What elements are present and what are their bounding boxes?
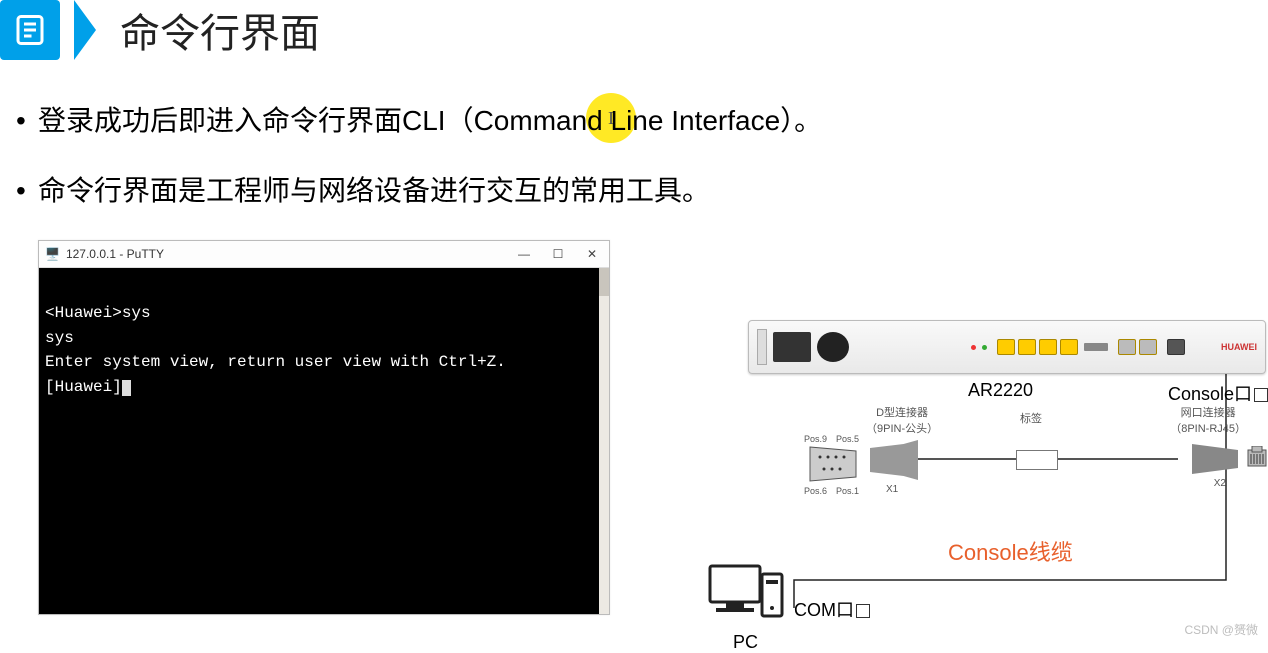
- scrollbar-thumb[interactable]: [599, 268, 609, 296]
- console-cable-label: Console线缆: [948, 535, 1073, 567]
- router-device: HUAWEI: [748, 320, 1266, 374]
- putty-titlebar[interactable]: 🖥️ 127.0.0.1 - PuTTY — ☐ ✕: [39, 241, 609, 268]
- topology-diagram: HUAWEI AR2220 Console口 D型连接器 （9PIN-公头） 标…: [638, 240, 1258, 640]
- chevron-right-icon: [74, 0, 96, 60]
- document-icon: [0, 0, 60, 60]
- db9-caption: D型连接器 （9PIN-公头）: [866, 404, 938, 436]
- pc-label: PC: [733, 632, 758, 653]
- term-line3: Enter system view, return user view with…: [45, 353, 506, 371]
- console-port-label: Console口: [1168, 380, 1268, 406]
- close-button[interactable]: ✕: [575, 241, 609, 267]
- pos6: Pos.6: [804, 486, 827, 496]
- db9-connector-icon: [808, 445, 858, 483]
- putty-body[interactable]: <Huawei>sys sys Enter system view, retur…: [39, 268, 609, 614]
- term-line1: <Huawei>sys: [45, 304, 151, 322]
- terminal-cursor: [122, 380, 131, 396]
- router-brand: HUAWEI: [1221, 342, 1257, 352]
- term-line2: sys: [45, 329, 74, 347]
- bullet-2-text: 命令行界面是工程师与网络设备进行交互的常用工具。: [38, 175, 710, 206]
- router-model-label: AR2220: [968, 380, 1033, 401]
- connector-x1: [870, 440, 918, 480]
- rj45-caption: 网口连接器 （8PIN-RJ45）: [1170, 404, 1246, 436]
- x1-label: X1: [886, 484, 898, 495]
- putty-terminal: 🖥️ 127.0.0.1 - PuTTY — ☐ ✕ <Huawei>sys s…: [38, 240, 638, 640]
- pos1: Pos.1: [836, 486, 859, 496]
- putty-title: 127.0.0.1 - PuTTY: [66, 247, 164, 261]
- minimize-button[interactable]: —: [507, 241, 541, 267]
- term-line4: [Huawei]: [45, 378, 122, 396]
- maximize-button[interactable]: ☐: [541, 241, 575, 267]
- slide-header: 命令行界面: [0, 0, 1268, 60]
- connector-x2: [1192, 444, 1238, 474]
- bullet-1-text: 登录成功后即进入命令行界面CLI（Command Line Interface）…: [38, 105, 822, 136]
- putty-icon: 🖥️: [45, 247, 60, 261]
- slide-title: 命令行界面: [120, 1, 320, 59]
- com-port-label: COM口: [794, 596, 870, 622]
- cable-tag: [1016, 450, 1058, 470]
- slide-content: 登录成功后即进入命令行界面CLI（Command Line Interface）…: [0, 60, 1268, 640]
- rj45-connector-icon: [1246, 446, 1268, 470]
- bullet-1: 登录成功后即进入命令行界面CLI（Command Line Interface）…: [38, 100, 1258, 142]
- pos5: Pos.5: [836, 434, 859, 444]
- tag-caption: 标签: [1020, 410, 1042, 426]
- pc-icon: [706, 560, 786, 630]
- pos9: Pos.9: [804, 434, 827, 444]
- cable-diagram: D型连接器 （9PIN-公头） 标签 网口连接器 （8PIN-RJ45） Pos…: [808, 410, 1268, 530]
- bullet-2: 命令行界面是工程师与网络设备进行交互的常用工具。: [38, 170, 1258, 212]
- x2-label: X2: [1214, 478, 1226, 489]
- watermark: CSDN @赟微: [1184, 621, 1258, 638]
